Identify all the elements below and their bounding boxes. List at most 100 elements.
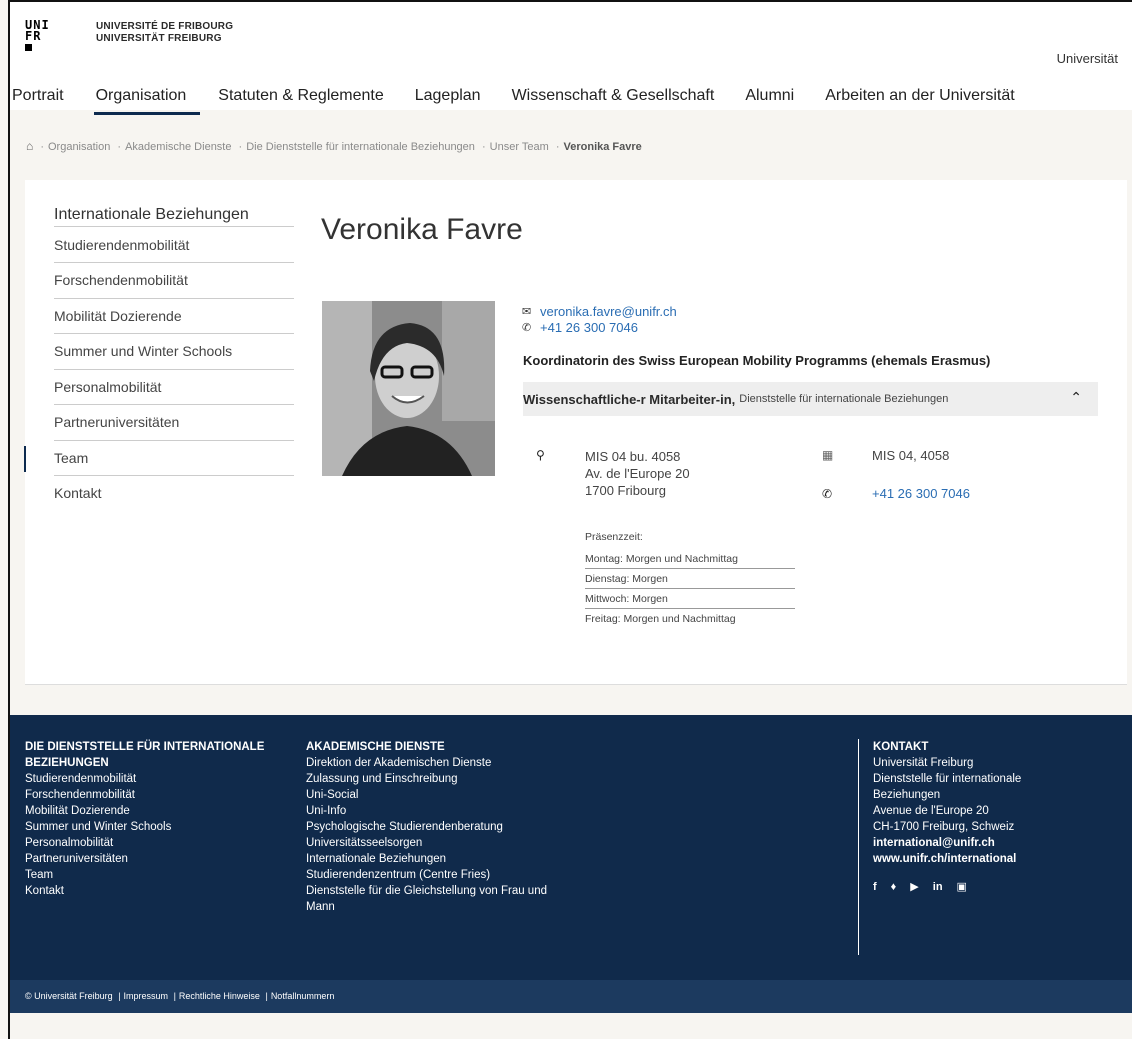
content-card: Internationale Beziehungen Studierendenm… [24,180,1127,685]
footer-heading: DIE DIENSTSTELLE FÜR INTERNATIONALE BEZI… [25,741,265,769]
envelope-icon: ✉ [522,305,532,318]
footer-link[interactable]: Zulassung und Einschreibung [306,771,566,787]
nav-alumni[interactable]: Alumni [745,82,794,115]
footer-heading: AKADEMISCHE DIENSTE [306,741,445,753]
email-link[interactable]: veronika.favre@unifr.ch [540,304,677,319]
sidenav-item[interactable]: Forschendenmobilität [54,263,294,299]
footer-link[interactable]: Studierendenzentrum (Centre Fries) [306,867,566,883]
footer-link[interactable]: Uni-Info [306,803,566,819]
footer-link[interactable]: Personalmobilität [25,835,285,851]
logo-line2: UNIVERSITÄT FREIBURG [96,33,222,44]
presence-row: Dienstag: Morgen [585,569,795,589]
logo-line1: UNIVERSITÉ DE FRIBOURG [96,21,234,32]
chevron-up-icon[interactable]: ⌃ [1070,389,1082,406]
logo-mark-line2: FR [25,29,42,43]
breadcrumb-item[interactable]: Organisation [48,141,110,153]
sidenav-title[interactable]: Internationale Beziehungen [54,206,294,227]
phone-icon: ✆ [522,321,532,334]
footer-link[interactable]: Direktion der Akademischen Dienste [306,755,566,771]
universitaet-link[interactable]: Universität [1057,51,1118,66]
footer-link[interactable]: Mobilität Dozierende [25,803,285,819]
phone-link-secondary[interactable]: +41 26 300 7046 [872,486,970,501]
footer-col-service: DIE DIENSTSTELLE FÜR INTERNATIONALE BEZI… [25,739,285,899]
phone-icon: ✆ [822,487,833,501]
sidenav-item[interactable]: Kontakt [54,476,294,512]
social-links: f ♦ ▶ in ▣ [873,879,1073,895]
university-logo[interactable]: UNI FR [25,19,50,51]
sidenav-item-team[interactable]: Team [24,441,294,476]
footer-link[interactable]: Kontakt [25,883,285,899]
room-number: MIS 04, 4058 [872,448,950,463]
logo-text[interactable]: UNIVERSITÉ DE FRIBOURG UNIVERSITÄT FREIB… [96,21,233,45]
sidenav-item[interactable]: Studierendenmobilität [54,227,294,263]
contact-web-link[interactable]: www.unifr.ch/international [873,851,1073,867]
sidenav-item[interactable]: Personalmobilität [54,370,294,405]
contact-email-link[interactable]: international@unifr.ch [873,835,1073,851]
contact-line: CH-1700 Freiburg, Schweiz [873,821,1015,833]
footer-bottom-link[interactable]: Impressum [124,991,169,1001]
footer-col-akademische: AKADEMISCHE DIENSTE Direktion der Akadem… [306,739,566,915]
address-line: MIS 04 bu. 4058 [585,449,681,464]
nav-portrait[interactable]: Portrait [12,82,64,115]
presence-row: Montag: Morgen und Nachmittag [585,549,795,569]
contact-line: Universität Freiburg [873,757,974,769]
footer-divider [858,739,859,955]
role-unit: Dienststelle für internationale Beziehun… [739,393,949,405]
footer-link[interactable]: Psychologische Studierendenberatung [306,819,566,835]
footer-bottom-link[interactable]: Notfallnummern [271,991,335,1001]
nav-organisation[interactable]: Organisation [93,82,201,115]
home-icon[interactable]: ⌂ [26,139,33,153]
building-icon: ▦ [822,448,834,462]
sidenav-item[interactable]: Summer und Winter Schools [54,334,294,370]
presence-row: Mittwoch: Morgen [585,589,795,609]
footer-link[interactable]: Universitätsseelsorgen [306,835,566,851]
sidenav-item[interactable]: Mobilität Dozierende [54,299,294,334]
footer-link[interactable]: Uni-Social [306,787,566,803]
footer-link[interactable]: Summer und Winter Schools [25,819,285,835]
site-header: UNI FR UNIVERSITÉ DE FRIBOURG UNIVERSITÄ… [10,2,1132,115]
footer-heading: KONTAKT [873,741,929,753]
footer-link[interactable]: Forschendenmobilität [25,787,285,803]
role-title: Wissenschaftliche-r Mitarbeiter-in, [523,391,736,407]
section-sidenav: Internationale Beziehungen Studierendenm… [24,206,294,512]
presence-row: Freitag: Morgen und Nachmittag [585,613,736,625]
location-pin-icon: ⚲ [536,448,545,462]
footer-link[interactable]: Partneruniversitäten [25,851,285,867]
twitter-icon[interactable]: ♦ [891,879,897,895]
role-accordion-header[interactable]: Wissenschaftliche-r Mitarbeiter-in, Dien… [523,382,1098,416]
sidenav-item[interactable]: Partneruniversitäten [54,405,294,441]
youtube-icon[interactable]: ▶ [910,879,918,895]
address-line: 1700 Fribourg [585,483,666,498]
person-photo [322,301,495,476]
breadcrumb-current: Veronika Favre [563,141,642,153]
nav-arbeiten[interactable]: Arbeiten an der Universität [825,82,1014,115]
footer-link[interactable]: Team [25,867,285,883]
nav-wissenschaft[interactable]: Wissenschaft & Gesellschaft [512,82,715,115]
person-name: Veronika Favre [321,213,523,246]
presence-heading: Präsenzzeit: [585,531,643,543]
address-line: Av. de l'Europe 20 [585,466,690,481]
main-nav: Portrait Organisation Statuten & Regleme… [10,82,1015,115]
phone-link[interactable]: +41 26 300 7046 [540,320,638,335]
facebook-icon[interactable]: f [873,879,877,895]
contact-block: ✉ veronika.favre@unifr.ch ✆ +41 26 300 7… [522,303,677,335]
breadcrumb-item[interactable]: Akademische Dienste [125,141,231,153]
footer-bottom-link[interactable]: Rechtliche Hinweise [179,991,260,1001]
instagram-icon[interactable]: ▣ [957,879,967,895]
contact-line: Dienststelle für internationale Beziehun… [873,773,1022,801]
copyright: © Universität Freiburg [25,991,113,1001]
footer-link[interactable]: Internationale Beziehungen [306,851,566,867]
address: MIS 04 bu. 4058 Av. de l'Europe 20 1700 … [585,448,690,499]
nav-lageplan[interactable]: Lageplan [415,82,481,115]
logo-square-icon [25,44,32,51]
footer-link[interactable]: Dienststelle für die Gleichstellung von … [306,883,566,915]
role-description: Koordinatorin des Swiss European Mobilit… [523,353,991,368]
breadcrumb-item[interactable]: Die Dienststelle für internationale Bezi… [246,141,475,153]
footer-link[interactable]: Studierendenmobilität [25,771,285,787]
breadcrumb: ⌂ · Organisation · Akademische Dienste · Di… [26,139,642,153]
linkedin-icon[interactable]: in [933,879,943,895]
site-footer: DIE DIENSTSTELLE FÜR INTERNATIONALE BEZI… [10,715,1132,980]
presence-hours: Präsenzzeit: Montag: Morgen und Nachmitt… [585,531,795,628]
breadcrumb-item[interactable]: Unser Team [490,141,549,153]
nav-statuten[interactable]: Statuten & Reglemente [218,82,383,115]
